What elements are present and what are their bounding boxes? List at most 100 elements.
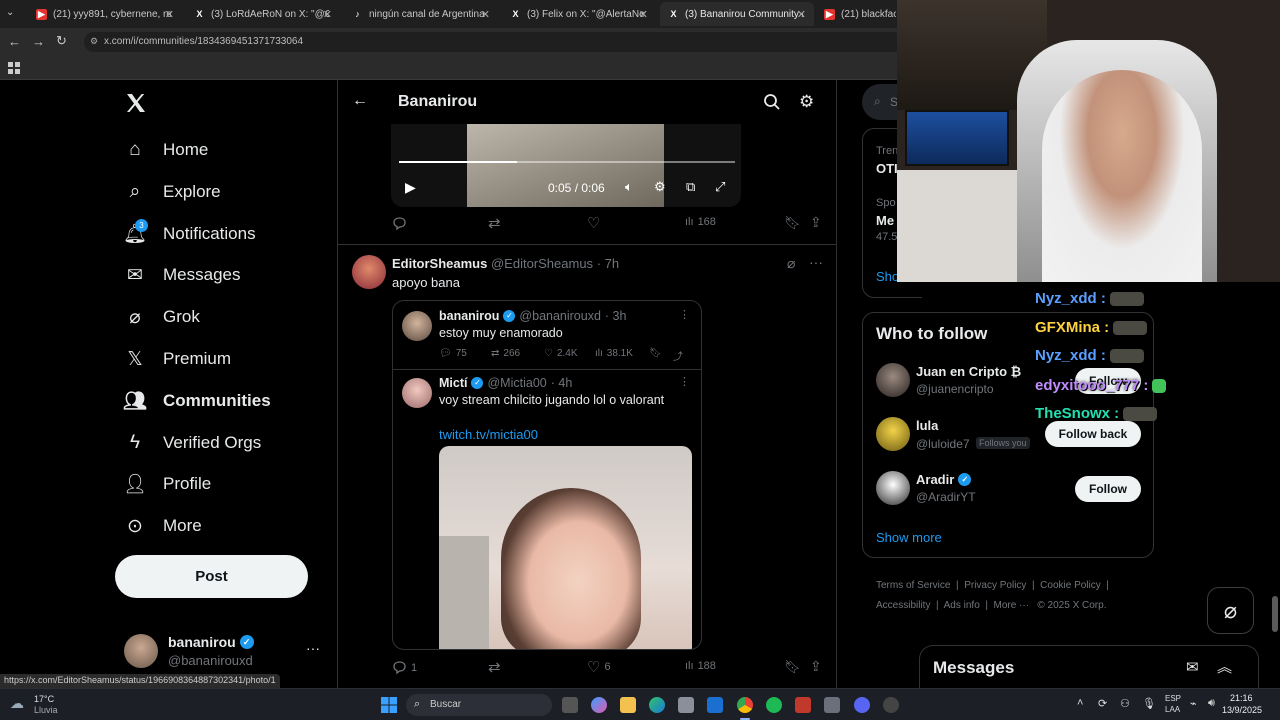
- search-icon[interactable]: [763, 93, 781, 116]
- views-count[interactable]: ılı 168: [685, 216, 716, 228]
- apps-grid-icon[interactable]: [8, 61, 20, 74]
- video-progress-track[interactable]: [399, 161, 735, 163]
- reload-icon[interactable]: ↻: [56, 33, 67, 49]
- more-dots-icon[interactable]: ⋮: [679, 375, 690, 388]
- grok-floating-button[interactable]: ⌀: [1207, 587, 1254, 634]
- video-settings-icon[interactable]: ⚙: [654, 179, 666, 195]
- bookmark-icon[interactable]: 🔖︎: [784, 215, 801, 231]
- chevron-up-icon[interactable]: ˄: [1077, 697, 1083, 709]
- popout-icon[interactable]: ⧉: [686, 179, 695, 195]
- footer-link[interactable]: Cookie Policy: [1040, 580, 1101, 591]
- nav-item-home[interactable]: ⌂ Home: [124, 134, 208, 166]
- task-view-icon[interactable]: [562, 697, 578, 713]
- new-message-icon[interactable]: ✉: [1186, 658, 1199, 676]
- browser-tab[interactable]: X (3) Bananirou Community / X ✕: [660, 2, 814, 26]
- url-field[interactable]: ⚙ x.com/i/communities/183436945137173306…: [84, 32, 904, 52]
- post[interactable]: EditorSheamus @EditorSheamus · 7h ⌀ ··· …: [338, 245, 836, 688]
- user-name[interactable]: Aradir: [916, 472, 954, 487]
- more-dots-icon[interactable]: ···: [809, 254, 823, 270]
- browser-tab[interactable]: ♪ ningún canal de Argentina hab✕: [344, 2, 498, 26]
- bookmark-icon[interactable]: 🔖︎: [649, 348, 662, 359]
- post-handle[interactable]: @EditorSheamus: [491, 256, 593, 271]
- follow-button[interactable]: Follow: [1075, 476, 1141, 502]
- x-logo-icon[interactable]: [124, 91, 148, 115]
- tab-close-icon[interactable]: ✕: [165, 8, 174, 21]
- app-icon[interactable]: [824, 697, 840, 713]
- tab-search-button[interactable]: ⌄: [6, 7, 20, 21]
- lang-secondary[interactable]: LAA: [1165, 705, 1180, 714]
- browser-tab[interactable]: ▶ (21) yyy891, cybernene, roomtr✕: [28, 2, 182, 26]
- browser-tab[interactable]: ▶ (21) blackface -: [816, 2, 896, 26]
- discord-icon[interactable]: [854, 697, 870, 713]
- avatar[interactable]: [876, 417, 910, 451]
- footer-link[interactable]: Terms of Service: [876, 580, 950, 591]
- file-explorer-icon[interactable]: [620, 697, 636, 713]
- back-arrow-icon[interactable]: ←: [352, 92, 368, 110]
- tab-close-icon[interactable]: ✕: [797, 8, 806, 21]
- share-icon[interactable]: ⤴: [673, 348, 683, 363]
- tray-icon[interactable]: ⚇: [1120, 697, 1130, 710]
- nav-item-grok[interactable]: ⌀ Grok: [124, 301, 200, 333]
- spotify-icon[interactable]: [766, 697, 782, 713]
- more-dots-icon[interactable]: ···: [306, 640, 320, 656]
- avatar[interactable]: [352, 255, 386, 289]
- trend-title[interactable]: Me: [876, 213, 894, 228]
- footer-link[interactable]: More ···: [994, 600, 1030, 611]
- chrome-icon[interactable]: [737, 697, 753, 713]
- store-icon[interactable]: [678, 697, 694, 713]
- grok-icon[interactable]: ⌀: [787, 255, 795, 272]
- tab-close-icon[interactable]: ✕: [481, 8, 490, 21]
- browser-tab[interactable]: X (3) Felix on X: "@AlertaNews24✕: [502, 2, 656, 26]
- repost-button[interactable]: ⇄ 266: [491, 348, 520, 359]
- views-button[interactable]: ılı 38.1K: [595, 348, 633, 359]
- site-info-icon[interactable]: ⚙: [90, 36, 98, 47]
- tab-close-icon[interactable]: ✕: [639, 8, 648, 21]
- avatar[interactable]: [876, 363, 910, 397]
- messages-drawer[interactable]: Messages ✉ ︽: [919, 645, 1259, 693]
- post-time[interactable]: · 7h: [597, 256, 619, 271]
- lang-primary[interactable]: ESP: [1165, 694, 1181, 703]
- nav-item-messages[interactable]: ✉ Messages: [124, 259, 240, 291]
- account-switcher[interactable]: bananirou ✓ @bananirouxd ···: [120, 628, 330, 672]
- taskbar-search[interactable]: ⌕ Buscar: [406, 694, 552, 716]
- reply-button[interactable]: 1: [392, 660, 417, 675]
- fullscreen-icon[interactable]: ⤢: [715, 179, 725, 195]
- back-arrow-icon[interactable]: ←: [8, 34, 21, 49]
- trend-title[interactable]: OTI: [876, 161, 898, 176]
- reply-icon[interactable]: [392, 216, 407, 236]
- weather-icon[interactable]: ☁: [10, 695, 24, 712]
- tray-icon[interactable]: ⟳: [1098, 697, 1107, 710]
- nav-item-communities[interactable]: 👥︎ Communities: [123, 385, 271, 417]
- repost-icon[interactable]: ⇄: [488, 658, 501, 676]
- footer-link[interactable]: Ads info: [944, 600, 980, 611]
- app-icon[interactable]: [883, 697, 899, 713]
- outlook-icon[interactable]: [707, 697, 723, 713]
- footer-link[interactable]: Accessibility: [876, 600, 930, 611]
- views-button[interactable]: ılı 188: [685, 660, 716, 672]
- nav-item-verified-orgs[interactable]: ϟ Verified Orgs: [124, 427, 261, 459]
- video-player[interactable]: ▶ 0:05 / 0:06 🔈︎ ⚙ ⧉ ⤢: [391, 124, 741, 207]
- mic-icon[interactable]: 🎙︎: [1142, 697, 1156, 710]
- quote-link[interactable]: twitch.tv/mictia00: [439, 427, 538, 442]
- nav-item-profile[interactable]: 👤︎ Profile: [123, 468, 211, 500]
- network-icon[interactable]: ⌁: [1190, 697, 1197, 710]
- show-more-link[interactable]: Show more: [876, 530, 942, 545]
- tab-close-icon[interactable]: ✕: [323, 8, 332, 21]
- clock-date[interactable]: 13/9/2025: [1222, 705, 1262, 715]
- repost-icon[interactable]: ⇄: [488, 214, 501, 232]
- share-icon[interactable]: ⇪: [810, 658, 822, 675]
- user-name[interactable]: Juan en Cripto ₿: [916, 364, 1021, 379]
- forward-arrow-icon[interactable]: →: [32, 34, 45, 49]
- more-dots-icon[interactable]: ⋮: [679, 308, 690, 321]
- volume-icon[interactable]: 🔈︎: [625, 179, 633, 195]
- like-button[interactable]: ♡ 2.4K: [544, 348, 578, 359]
- reply-button[interactable]: 💬︎ 75: [439, 348, 467, 359]
- footer-link[interactable]: Privacy Policy: [964, 580, 1026, 591]
- avatar[interactable]: [876, 471, 910, 505]
- follow-back-button[interactable]: Follow back: [1045, 421, 1141, 447]
- nav-item-more[interactable]: ⊙ More: [124, 510, 202, 542]
- post-button[interactable]: Post: [115, 555, 308, 598]
- user-name[interactable]: lula: [916, 418, 938, 433]
- like-button[interactable]: ♡ 6: [587, 658, 611, 676]
- like-icon[interactable]: ♡: [587, 214, 600, 232]
